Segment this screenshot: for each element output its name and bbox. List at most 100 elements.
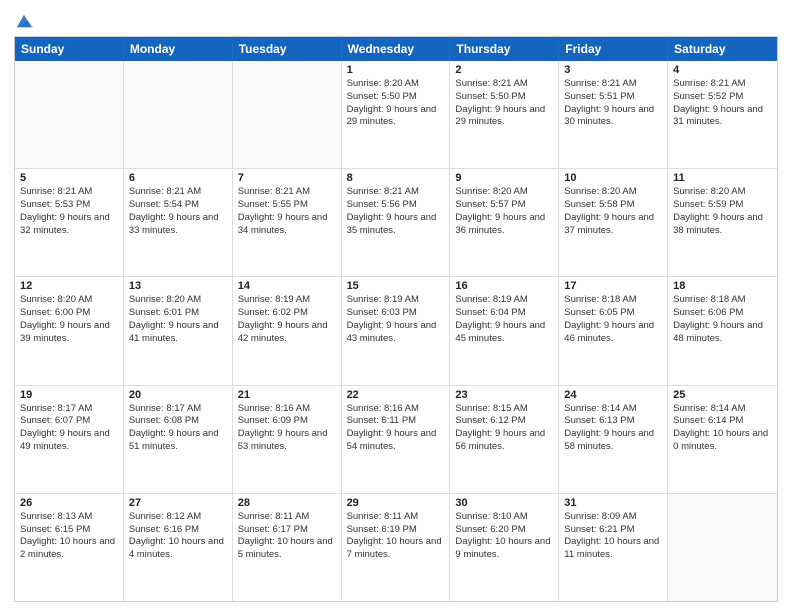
day-info: Sunrise: 8:17 AM Sunset: 6:07 PM Dayligh… <box>20 403 110 452</box>
day-info: Sunrise: 8:09 AM Sunset: 6:21 PM Dayligh… <box>564 511 659 560</box>
day-info: Sunrise: 8:21 AM Sunset: 5:54 PM Dayligh… <box>129 186 219 235</box>
day-info: Sunrise: 8:13 AM Sunset: 6:15 PM Dayligh… <box>20 511 115 560</box>
calendar-cell: 31 Sunrise: 8:09 AM Sunset: 6:21 PM Dayli… <box>559 494 668 601</box>
day-info: Sunrise: 8:20 AM Sunset: 5:59 PM Dayligh… <box>673 186 763 235</box>
day-info: Sunrise: 8:20 AM Sunset: 6:00 PM Dayligh… <box>20 294 110 343</box>
day-info: Sunrise: 8:20 AM Sunset: 5:50 PM Dayligh… <box>347 78 437 127</box>
day-number: 10 <box>564 172 662 184</box>
day-number: 19 <box>20 389 118 401</box>
calendar-cell: 18 Sunrise: 8:18 AM Sunset: 6:06 PM Dayli… <box>668 277 777 384</box>
day-number: 24 <box>564 389 662 401</box>
logo <box>14 14 33 30</box>
calendar-cell: 9 Sunrise: 8:20 AM Sunset: 5:57 PM Daylig… <box>450 169 559 276</box>
calendar-header-cell: Wednesday <box>342 37 451 61</box>
page: SundayMondayTuesdayWednesdayThursdayFrid… <box>0 0 792 612</box>
calendar-cell: 12 Sunrise: 8:20 AM Sunset: 6:00 PM Dayli… <box>15 277 124 384</box>
day-number: 23 <box>455 389 553 401</box>
day-number: 16 <box>455 280 553 292</box>
calendar-cell: 29Sunrise: 8:11 AM Sunset: 6:19 PM Dayli… <box>342 494 451 601</box>
calendar-cell: 21 Sunrise: 8:16 AM Sunset: 6:09 PM Dayli… <box>233 386 342 493</box>
calendar-cell <box>124 61 233 168</box>
calendar-cell: 3 Sunrise: 8:21 AM Sunset: 5:51 PM Daylig… <box>559 61 668 168</box>
calendar-cell: 23 Sunrise: 8:15 AM Sunset: 6:12 PM Dayli… <box>450 386 559 493</box>
calendar-cell: 11Sunrise: 8:20 AM Sunset: 5:59 PM Dayli… <box>668 169 777 276</box>
calendar-cell: 22Sunrise: 8:16 AM Sunset: 6:11 PM Dayli… <box>342 386 451 493</box>
calendar-cell: 6 Sunrise: 8:21 AM Sunset: 5:54 PM Daylig… <box>124 169 233 276</box>
day-number: 15 <box>347 280 445 292</box>
calendar-cell <box>15 61 124 168</box>
day-info: Sunrise: 8:14 AM Sunset: 6:13 PM Dayligh… <box>564 403 654 452</box>
calendar-header-cell: Tuesday <box>233 37 342 61</box>
calendar-cell: 2Sunrise: 8:21 AM Sunset: 5:50 PM Daylig… <box>450 61 559 168</box>
calendar-cell: 10 Sunrise: 8:20 AM Sunset: 5:58 PM Dayli… <box>559 169 668 276</box>
day-info: Sunrise: 8:19 AM Sunset: 6:03 PM Dayligh… <box>347 294 437 343</box>
day-number: 27 <box>129 497 227 509</box>
calendar-header-row: SundayMondayTuesdayWednesdayThursdayFrid… <box>15 37 777 61</box>
day-info: Sunrise: 8:20 AM Sunset: 5:58 PM Dayligh… <box>564 186 654 235</box>
day-number: 14 <box>238 280 336 292</box>
calendar-cell: 16 Sunrise: 8:19 AM Sunset: 6:04 PM Dayli… <box>450 277 559 384</box>
day-number: 28 <box>238 497 336 509</box>
day-info: Sunrise: 8:18 AM Sunset: 6:05 PM Dayligh… <box>564 294 654 343</box>
day-number: 6 <box>129 172 227 184</box>
day-number: 4 <box>673 64 772 76</box>
calendar-cell: 13Sunrise: 8:20 AM Sunset: 6:01 PM Dayli… <box>124 277 233 384</box>
calendar-cell: 8 Sunrise: 8:21 AM Sunset: 5:56 PM Daylig… <box>342 169 451 276</box>
day-info: Sunrise: 8:12 AM Sunset: 6:16 PM Dayligh… <box>129 511 224 560</box>
day-number: 1 <box>347 64 445 76</box>
day-info: Sunrise: 8:21 AM Sunset: 5:51 PM Dayligh… <box>564 78 654 127</box>
calendar-cell: 28 Sunrise: 8:11 AM Sunset: 6:17 PM Dayli… <box>233 494 342 601</box>
day-number: 7 <box>238 172 336 184</box>
calendar-cell: 4Sunrise: 8:21 AM Sunset: 5:52 PM Daylig… <box>668 61 777 168</box>
calendar-cell: 24 Sunrise: 8:14 AM Sunset: 6:13 PM Dayli… <box>559 386 668 493</box>
day-number: 13 <box>129 280 227 292</box>
calendar: SundayMondayTuesdayWednesdayThursdayFrid… <box>14 36 778 602</box>
day-info: Sunrise: 8:11 AM Sunset: 6:17 PM Dayligh… <box>238 511 333 560</box>
calendar-header-cell: Thursday <box>450 37 559 61</box>
day-info: Sunrise: 8:21 AM Sunset: 5:55 PM Dayligh… <box>238 186 328 235</box>
day-info: Sunrise: 8:19 AM Sunset: 6:02 PM Dayligh… <box>238 294 328 343</box>
day-info: Sunrise: 8:17 AM Sunset: 6:08 PM Dayligh… <box>129 403 219 452</box>
calendar-header-cell: Sunday <box>15 37 124 61</box>
calendar-cell: 15 Sunrise: 8:19 AM Sunset: 6:03 PM Dayli… <box>342 277 451 384</box>
day-number: 3 <box>564 64 662 76</box>
header <box>14 10 778 30</box>
day-number: 12 <box>20 280 118 292</box>
calendar-cell: 7 Sunrise: 8:21 AM Sunset: 5:55 PM Daylig… <box>233 169 342 276</box>
day-number: 8 <box>347 172 445 184</box>
day-info: Sunrise: 8:16 AM Sunset: 6:09 PM Dayligh… <box>238 403 328 452</box>
calendar-header-cell: Saturday <box>668 37 777 61</box>
day-info: Sunrise: 8:10 AM Sunset: 6:20 PM Dayligh… <box>455 511 550 560</box>
calendar-cell: 27 Sunrise: 8:12 AM Sunset: 6:16 PM Dayli… <box>124 494 233 601</box>
day-number: 18 <box>673 280 772 292</box>
day-info: Sunrise: 8:19 AM Sunset: 6:04 PM Dayligh… <box>455 294 545 343</box>
day-info: Sunrise: 8:15 AM Sunset: 6:12 PM Dayligh… <box>455 403 545 452</box>
calendar-week-row: 26 Sunrise: 8:13 AM Sunset: 6:15 PM Dayli… <box>15 494 777 601</box>
day-number: 21 <box>238 389 336 401</box>
day-info: Sunrise: 8:18 AM Sunset: 6:06 PM Dayligh… <box>673 294 763 343</box>
day-info: Sunrise: 8:21 AM Sunset: 5:50 PM Dayligh… <box>455 78 545 127</box>
day-number: 9 <box>455 172 553 184</box>
day-number: 25 <box>673 389 772 401</box>
day-number: 31 <box>564 497 662 509</box>
calendar-cell: 20 Sunrise: 8:17 AM Sunset: 6:08 PM Dayli… <box>124 386 233 493</box>
day-number: 30 <box>455 497 553 509</box>
calendar-cell: 14 Sunrise: 8:19 AM Sunset: 6:02 PM Dayli… <box>233 277 342 384</box>
day-number: 5 <box>20 172 118 184</box>
day-number: 29 <box>347 497 445 509</box>
calendar-cell: 5 Sunrise: 8:21 AM Sunset: 5:53 PM Daylig… <box>15 169 124 276</box>
day-number: 17 <box>564 280 662 292</box>
day-info: Sunrise: 8:21 AM Sunset: 5:56 PM Dayligh… <box>347 186 437 235</box>
day-info: Sunrise: 8:14 AM Sunset: 6:14 PM Dayligh… <box>673 403 768 452</box>
day-number: 20 <box>129 389 227 401</box>
calendar-week-row: 19 Sunrise: 8:17 AM Sunset: 6:07 PM Dayli… <box>15 386 777 494</box>
calendar-body: 1 Sunrise: 8:20 AM Sunset: 5:50 PM Daylig… <box>15 61 777 601</box>
day-number: 26 <box>20 497 118 509</box>
calendar-header-cell: Friday <box>559 37 668 61</box>
day-info: Sunrise: 8:20 AM Sunset: 5:57 PM Dayligh… <box>455 186 545 235</box>
day-info: Sunrise: 8:16 AM Sunset: 6:11 PM Dayligh… <box>347 403 437 452</box>
calendar-cell: 30 Sunrise: 8:10 AM Sunset: 6:20 PM Dayli… <box>450 494 559 601</box>
day-info: Sunrise: 8:21 AM Sunset: 5:53 PM Dayligh… <box>20 186 110 235</box>
calendar-cell: 19 Sunrise: 8:17 AM Sunset: 6:07 PM Dayli… <box>15 386 124 493</box>
calendar-cell: 17 Sunrise: 8:18 AM Sunset: 6:05 PM Dayli… <box>559 277 668 384</box>
